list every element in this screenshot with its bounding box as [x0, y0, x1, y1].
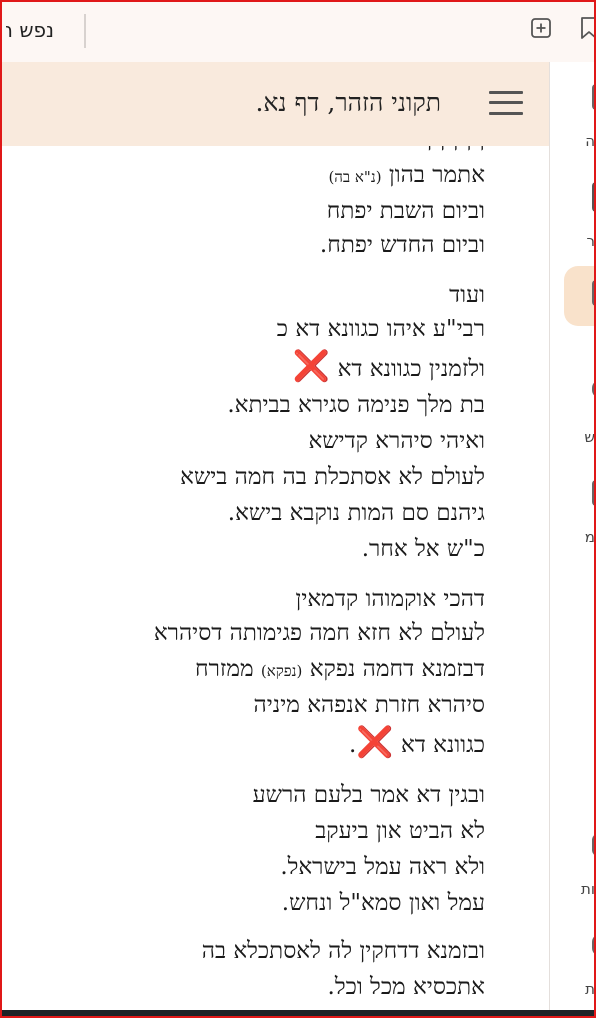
text-line-body: דבזמנא דחמה נפקא	[309, 656, 485, 682]
sidebar-item-label: מ	[584, 528, 595, 546]
text-line: ואיהי סיהרא קדישא	[308, 428, 485, 454]
text-line: עמל ואון סמא"ל ונחש.	[281, 890, 485, 916]
text-line: אתכסיא מכל וכל.	[327, 974, 485, 1000]
text-line: גיהנם סם המות נוקבא בישא.	[227, 500, 485, 526]
text-line: ובגין דא אמר בלעם הרשע	[252, 782, 485, 808]
text-line: אתמר בהון (נ"א בה)	[328, 160, 485, 192]
sidebar-item-label: ות	[581, 880, 595, 898]
text-line: ולזמנין כגוונא דא ❌	[293, 352, 485, 384]
tab-title[interactable]: נפש ה	[6, 18, 54, 42]
alt-reading: (נ"א בה)	[328, 168, 382, 186]
text-line: בת מלך פנימה סגירא בביתא.	[227, 392, 485, 418]
text-line: וביום השבת יפתח	[326, 198, 485, 224]
text-line-body: כגוונא דא	[400, 732, 485, 758]
book-icon	[592, 182, 596, 212]
sheet-icon	[592, 480, 596, 506]
page-header: תקוני הזהר, דף נא.	[0, 62, 549, 146]
cross-mark-icon: ❌	[292, 349, 331, 384]
person-icon	[592, 834, 596, 856]
tab-strip: נפש ה	[0, 0, 596, 62]
cross-mark-icon: ❌	[356, 725, 394, 760]
text-line: לא הביט און ביעקב	[315, 818, 485, 844]
info-icon	[592, 934, 596, 956]
text-line: לעולם לא חזא חמה פגימותה דסיהרא	[153, 620, 485, 646]
text-line-body: ממזרח	[195, 656, 254, 682]
text-line: כגוונא דא ❌.	[349, 728, 485, 760]
sidebar-item-label: ש	[584, 428, 595, 446]
text-line: ועוד	[449, 282, 485, 308]
text-line: וביום החדש יפתח.	[319, 232, 485, 258]
menu-icon[interactable]	[489, 90, 523, 116]
page-icon	[592, 84, 596, 110]
document-icon	[592, 280, 596, 306]
side-panel: ה ר ש מ ות ת	[549, 62, 596, 1010]
text-line: סיהרא חזרת אנפהא מיניה	[253, 692, 486, 718]
search-icon	[592, 380, 596, 398]
sidebar-item-label: ר	[586, 232, 595, 250]
text-line: ולא ראה עמל בישראל.	[280, 854, 485, 880]
text-line: לעולם לא אסתכלת בה חמה בישא	[180, 464, 485, 490]
page-title: תקוני הזהר, דף נא.	[255, 88, 441, 117]
text-line-body: אתמר בהון	[388, 162, 485, 188]
text-line: דבזמנא דחמה נפקא (נפקא) ממזרח	[195, 654, 485, 686]
sidebar-item-label: ת	[585, 980, 595, 998]
new-tab-icon[interactable]	[528, 15, 554, 41]
tab-divider	[84, 14, 86, 48]
text-line-body: ולזמנין כגוונא דא	[337, 356, 485, 382]
text-line: רבי"ע איהו כגוונא דא כ	[276, 316, 485, 342]
text-line: ובזמנא דדחקין לה לאסתכלא בה	[201, 938, 485, 964]
text-line: כ"ש אל אחר.	[361, 536, 485, 562]
bottom-bar	[0, 1010, 596, 1018]
sidebar-item-label: ה	[585, 132, 595, 150]
text-content: ן ן ן ן ן אתמר בהון (נ"א בה) וביום השבת …	[0, 146, 549, 1010]
text-line-partial: ן ן ן ן ן	[426, 146, 485, 154]
alt-reading: (נפקא)	[260, 662, 303, 680]
text-line: דהכי אוקמוהו קדמאין	[295, 586, 485, 612]
bookmark-icon[interactable]	[576, 15, 596, 41]
